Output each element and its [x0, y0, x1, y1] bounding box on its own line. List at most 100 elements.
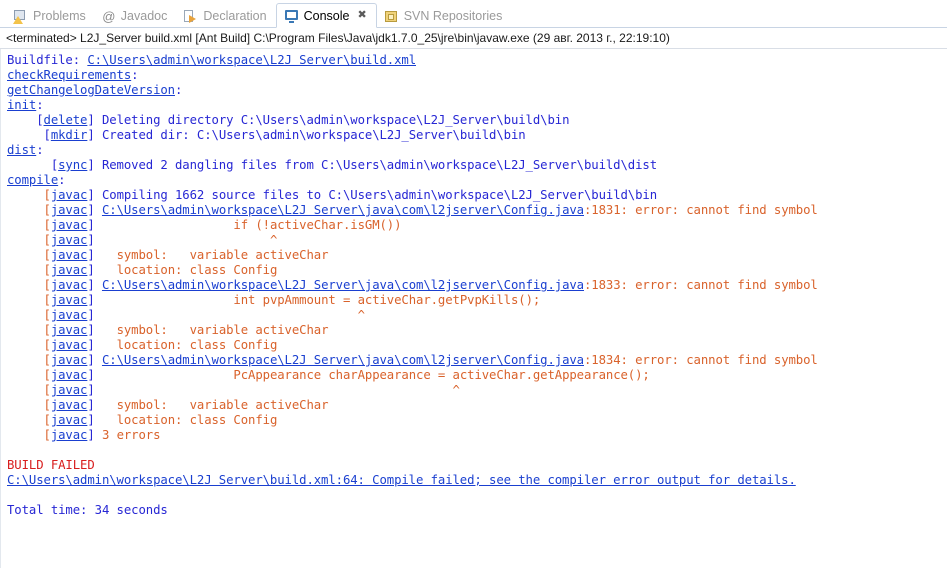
ant-task-tag[interactable]: javac — [51, 398, 88, 412]
ant-task-tag[interactable]: javac — [51, 308, 88, 322]
console-line: [javac] ^ — [7, 233, 947, 248]
ant-task-tag[interactable]: javac — [51, 383, 88, 397]
ant-task-tag[interactable]: javac — [51, 368, 88, 382]
console-text: [ — [7, 338, 51, 352]
console-error-text: if (!activeChar.isGM()) — [101, 218, 402, 232]
console-text: ] Created dir: C:\Users\admin\workspace\… — [87, 128, 526, 142]
console-text: ] — [87, 203, 102, 217]
ant-task-tag[interactable]: javac — [51, 248, 88, 262]
console-line: compile: — [7, 173, 947, 188]
console-output[interactable]: Buildfile: C:\Users\admin\workspace\L2J … — [0, 49, 947, 568]
console-hyperlink[interactable]: mkdir — [51, 128, 88, 142]
console-text: ] — [87, 338, 102, 352]
console-text: [ — [7, 323, 51, 337]
ant-task-tag[interactable]: javac — [51, 203, 88, 217]
console-text: ] — [87, 428, 102, 442]
console-hyperlink[interactable]: init — [7, 98, 36, 112]
console-text: ] — [87, 368, 102, 382]
ant-task-tag[interactable]: javac — [51, 278, 88, 292]
console-error-text: location: class Config — [101, 338, 278, 352]
console-text: [ — [7, 308, 51, 322]
console-error-hyperlink[interactable]: C:\Users\admin\workspace\L2J Server\java… — [102, 278, 584, 292]
console-line: [javac] symbol: variable activeChar — [7, 248, 947, 263]
console-error-text: ^ — [101, 308, 365, 322]
console-hyperlink[interactable]: compile — [7, 173, 58, 187]
ant-task-tag[interactable]: javac — [51, 293, 88, 307]
console-line: [javac] if (!activeChar.isGM()) — [7, 218, 947, 233]
ant-task-tag[interactable]: javac — [51, 338, 88, 352]
console-error-text: :1833: error: cannot find symbol — [584, 278, 818, 292]
view-tab-bar: Problems @ Javadoc Declaration Console ✖… — [0, 0, 947, 28]
ant-task-tag[interactable]: javac — [51, 428, 88, 442]
console-text: [ — [7, 218, 51, 232]
console-error-text: symbol: variable activeChar — [101, 323, 329, 337]
tab-problems-label: Problems — [33, 9, 86, 23]
tab-console-label: Console — [303, 8, 350, 23]
console-line: [javac] location: class Config — [7, 413, 947, 428]
console-text: [ — [7, 398, 51, 412]
console-line-list: Buildfile: C:\Users\admin\workspace\L2J … — [7, 53, 947, 518]
console-line: [javac] C:\Users\admin\workspace\L2J Ser… — [7, 278, 947, 293]
console-hyperlink[interactable]: delete — [44, 113, 88, 127]
console-text: [ — [7, 113, 44, 127]
ant-task-tag[interactable]: javac — [51, 233, 88, 247]
console-hyperlink[interactable]: C:\Users\admin\workspace\L2J Server\buil… — [87, 53, 416, 67]
console-text: : — [58, 173, 66, 187]
console-text: [ — [7, 188, 51, 202]
console-text: [ — [7, 278, 51, 292]
tab-javadoc[interactable]: @ Javadoc — [95, 4, 177, 28]
console-line: [javac] C:\Users\admin\workspace\L2J Ser… — [7, 353, 947, 368]
console-text: ] — [87, 323, 102, 337]
console-line: C:\Users\admin\workspace\L2J Server\buil… — [7, 473, 947, 488]
console-error-text: :1834: error: cannot find symbol — [584, 353, 818, 367]
console-text: [ — [7, 413, 51, 427]
console-error-text: symbol: variable activeChar — [101, 248, 329, 262]
console-text: ] — [87, 293, 102, 307]
console-line: BUILD FAILED — [7, 458, 947, 473]
close-icon[interactable]: ✖ — [357, 10, 366, 21]
console-hyperlink[interactable]: sync — [58, 158, 87, 172]
console-hyperlink[interactable]: dist — [7, 143, 36, 157]
console-line: dist: — [7, 143, 947, 158]
console-text: [ — [7, 368, 51, 382]
console-line: [delete] Deleting directory C:\Users\adm… — [7, 113, 947, 128]
console-text: ] — [87, 248, 102, 262]
ant-task-tag[interactable]: javac — [51, 263, 88, 277]
console-text: : — [36, 98, 44, 112]
console-hyperlink[interactable]: getChangelogDateVersion — [7, 83, 175, 97]
console-error-text: PcAppearance charAppearance = activeChar… — [101, 368, 650, 382]
console-error-hyperlink[interactable]: C:\Users\admin\workspace\L2J Server\java… — [102, 203, 584, 217]
tab-problems[interactable]: Problems — [6, 4, 95, 28]
console-error-text: ^ — [101, 383, 460, 397]
tab-declaration-label: Declaration — [203, 9, 267, 23]
console-hyperlink[interactable]: checkRequirements — [7, 68, 131, 82]
console-text: [ — [7, 158, 59, 172]
console-line: [javac] PcAppearance charAppearance = ac… — [7, 368, 947, 383]
console-hyperlink[interactable]: C:\Users\admin\workspace\L2J Server\buil… — [7, 473, 796, 487]
console-error-text: location: class Config — [101, 263, 278, 277]
console-text: ] — [87, 263, 102, 277]
ant-task-tag[interactable]: javac — [51, 353, 88, 367]
ant-task-tag[interactable]: javac — [51, 323, 88, 337]
console-error-text: :1831: error: cannot find symbol — [584, 203, 818, 217]
console-text: [ — [7, 293, 51, 307]
console-line: [sync] Removed 2 dangling files from C:\… — [7, 158, 947, 173]
console-icon — [284, 8, 299, 23]
console-line: init: — [7, 98, 947, 113]
ant-task-tag[interactable]: javac — [51, 413, 88, 427]
console-error-hyperlink[interactable]: C:\Users\admin\workspace\L2J Server\java… — [102, 353, 584, 367]
tab-javadoc-label: Javadoc — [120, 9, 168, 23]
tab-declaration[interactable]: Declaration — [176, 4, 275, 28]
console-line: [javac] 3 errors — [7, 428, 947, 443]
tab-svn-repositories[interactable]: SVN Repositories — [377, 4, 512, 28]
console-text: [ — [7, 263, 51, 277]
console-line: [javac] C:\Users\admin\workspace\L2J Ser… — [7, 203, 947, 218]
console-text: ] — [87, 353, 102, 367]
console-line: [javac] symbol: variable activeChar — [7, 323, 947, 338]
tab-console[interactable]: Console ✖ — [275, 3, 377, 28]
ant-task-tag[interactable]: javac — [51, 188, 88, 202]
console-error-text: symbol: variable activeChar — [101, 398, 329, 412]
ant-task-tag[interactable]: javac — [51, 218, 88, 232]
